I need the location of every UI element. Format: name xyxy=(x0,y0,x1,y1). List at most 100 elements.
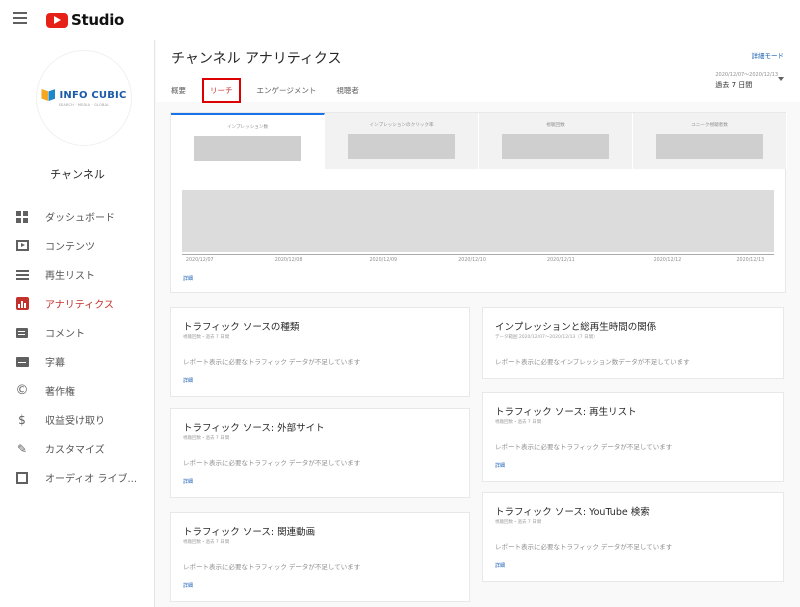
sidebar-item-label: 字幕 xyxy=(45,358,65,369)
x-tick-label: 2020/12/12 xyxy=(653,258,682,263)
tab-overview[interactable]: 概要 xyxy=(171,85,186,96)
chart-plot-redacted xyxy=(182,190,774,252)
metric-ctr[interactable]: インプレッションのクリック率 xyxy=(325,113,479,169)
card-subtitle: 視聴回数・過去 7 日間 xyxy=(183,540,230,545)
hamburger-menu-icon[interactable] xyxy=(13,12,27,24)
x-tick-label: 2020/12/11 xyxy=(547,258,575,263)
analytics-header: チャンネル アナリティクス 詳細モード 概要 リーチ エンゲージメント 視聴者 … xyxy=(156,40,800,103)
tab-audience[interactable]: 視聴者 xyxy=(336,85,359,96)
monetization-icon: $ xyxy=(18,412,26,427)
metric-value-redacted xyxy=(194,136,301,161)
metric-unique-viewers[interactable]: ユニーク視聴者数 xyxy=(633,113,787,169)
card-subtitle: 視聴回数・過去 7 日間 xyxy=(183,436,230,441)
card-title: トラフィック ソース: 外部サイト xyxy=(183,423,325,434)
chart-details-link[interactable]: 詳細 xyxy=(183,275,193,282)
chart-x-labels: 2020/12/07 2020/12/08 2020/12/09 2020/12… xyxy=(182,258,774,268)
logo-text: Studio xyxy=(71,11,125,29)
card-title: インプレッションと総再生時間の関係 xyxy=(495,322,657,333)
analytics-icon xyxy=(15,297,29,311)
sidebar-item-audio-library[interactable]: オーディオ ライブ... xyxy=(0,463,155,492)
card-youtube-search: トラフィック ソース: YouTube 検索 視聴回数・過去 7 日間 レポート… xyxy=(482,492,784,582)
x-tick-label: 2020/12/07 xyxy=(185,258,214,263)
card-details-link[interactable]: 詳細 xyxy=(183,377,193,384)
card-subtitle: 視聴回数・過去 7 日間 xyxy=(495,420,542,425)
sidebar-item-content[interactable]: コンテンツ xyxy=(0,231,155,260)
tab-reach[interactable]: リーチ xyxy=(202,78,241,103)
card-message: レポート表示に必要なインプレッション数データが不足しています xyxy=(495,358,690,366)
sidebar-item-label: 収益受け取り xyxy=(45,416,105,427)
sidebar-nav: ダッシュボード コンテンツ 再生リスト アナリティクス コメント 字幕 © 著作… xyxy=(0,202,155,492)
analytics-tabs: 概要 リーチ エンゲージメント 視聴者 xyxy=(171,78,379,103)
sidebar-item-label: カスタマイズ xyxy=(45,445,105,456)
subtitles-icon xyxy=(15,355,29,369)
sidebar-item-comments[interactable]: コメント xyxy=(0,318,155,347)
date-range-label: 過去 7 日間 xyxy=(715,81,753,89)
sidebar-item-subtitles[interactable]: 字幕 xyxy=(0,347,155,376)
brand-tagline: SEARCH · MEDIA · GLOBAL xyxy=(58,103,110,107)
sidebar-item-label: ダッシュボード xyxy=(45,213,115,224)
metric-label: 視聴回数 xyxy=(546,123,565,128)
sidebar-item-label: 著作権 xyxy=(45,387,75,398)
metric-value-redacted xyxy=(656,134,763,159)
card-title: トラフィック ソース: 再生リスト xyxy=(495,407,637,418)
card-impressions-watchtime: インプレッションと総再生時間の関係 データ範囲 2020/12/07～2020/… xyxy=(482,307,784,379)
card-title: トラフィック ソース: 関連動画 xyxy=(183,527,316,538)
sidebar-item-label: コメント xyxy=(45,329,85,340)
detail-mode-link[interactable]: 詳細モード xyxy=(752,50,785,60)
sidebar-item-monetization[interactable]: $ 収益受け取り xyxy=(0,405,155,434)
channel-avatar[interactable]: INFO CUBIC SEARCH · MEDIA · GLOBAL xyxy=(36,50,132,146)
customize-icon: ✎ xyxy=(16,441,28,456)
card-traffic-types: トラフィック ソースの種類 視聴回数・過去 7 日間 レポート表示に必要なトラフ… xyxy=(170,307,470,397)
reach-chart-card: インプレッション数 インプレッションのクリック率 視聴回数 ユニーク視聴者数 2… xyxy=(170,112,787,293)
x-tick-label: 2020/12/08 xyxy=(274,258,303,263)
x-tick-label: 2020/12/13 xyxy=(736,258,765,263)
playlist-icon xyxy=(15,268,29,282)
sidebar-item-customize[interactable]: ✎ カスタマイズ xyxy=(0,434,155,463)
audio-library-icon xyxy=(15,471,29,485)
card-external-sites: トラフィック ソース: 外部サイト 視聴回数・過去 7 日間 レポート表示に必要… xyxy=(170,408,470,498)
sidebar-item-label: 再生リスト xyxy=(45,271,95,282)
card-related-videos: トラフィック ソース: 関連動画 視聴回数・過去 7 日間 レポート表示に必要な… xyxy=(170,512,470,602)
card-details-link[interactable]: 詳細 xyxy=(183,582,193,589)
sidebar-item-dashboard[interactable]: ダッシュボード xyxy=(0,202,155,231)
dropdown-arrow-icon[interactable] xyxy=(778,77,784,81)
card-subtitle: データ範囲 2020/12/07～2020/12/13（7 日間） xyxy=(495,335,598,340)
card-message: レポート表示に必要なトラフィック データが不足しています xyxy=(183,358,361,366)
main-content: チャンネル アナリティクス 詳細モード 概要 リーチ エンゲージメント 視聴者 … xyxy=(156,40,800,607)
sidebar-item-label: コンテンツ xyxy=(45,242,95,253)
x-tick-label: 2020/12/10 xyxy=(458,258,486,263)
channel-name: チャンネル xyxy=(50,168,105,181)
metric-value-redacted xyxy=(502,134,609,159)
sidebar: INFO CUBIC SEARCH · MEDIA · GLOBAL チャンネル… xyxy=(0,40,155,607)
card-playlist-source: トラフィック ソース: 再生リスト 視聴回数・過去 7 日間 レポート表示に必要… xyxy=(482,392,784,482)
metric-impressions[interactable]: インプレッション数 xyxy=(171,113,325,169)
card-details-link[interactable]: 詳細 xyxy=(183,478,193,485)
tab-engagement[interactable]: エンゲージメント xyxy=(257,85,317,96)
card-message: レポート表示に必要なトラフィック データが不足しています xyxy=(495,543,673,551)
metric-views[interactable]: 視聴回数 xyxy=(479,113,633,169)
sidebar-item-copyright[interactable]: © 著作権 xyxy=(0,376,155,405)
comment-icon xyxy=(15,326,29,340)
metric-label: インプレッションのクリック率 xyxy=(369,123,434,128)
card-message: レポート表示に必要なトラフィック データが不足しています xyxy=(495,443,673,451)
metric-tabs: インプレッション数 インプレッションのクリック率 視聴回数 ユニーク視聴者数 xyxy=(171,113,787,169)
page-title: チャンネル アナリティクス xyxy=(171,51,342,67)
card-subtitle: 視聴回数・過去 7 日間 xyxy=(495,520,542,525)
card-title: トラフィック ソース: YouTube 検索 xyxy=(495,507,650,518)
sidebar-item-analytics[interactable]: アナリティクス xyxy=(0,289,155,318)
card-details-link[interactable]: 詳細 xyxy=(495,562,505,569)
top-bar: Studio xyxy=(0,0,800,40)
dashboard-icon xyxy=(15,210,29,224)
card-details-link[interactable]: 詳細 xyxy=(495,462,505,469)
date-range-picker[interactable]: 2020/12/07～2020/12/13 過去 7 日間 xyxy=(715,71,778,90)
studio-logo[interactable]: Studio xyxy=(46,11,124,29)
sidebar-item-playlists[interactable]: 再生リスト xyxy=(0,260,155,289)
copyright-icon: © xyxy=(15,383,29,398)
card-message: レポート表示に必要なトラフィック データが不足しています xyxy=(183,459,361,467)
metric-label: ユニーク視聴者数 xyxy=(691,123,728,128)
card-subtitle: 視聴回数・過去 7 日間 xyxy=(183,335,230,340)
chart-x-axis xyxy=(182,254,774,255)
content-icon xyxy=(15,239,29,253)
date-range-text: 2020/12/07～2020/12/13 xyxy=(715,72,778,78)
sidebar-item-label: アナリティクス xyxy=(45,300,114,311)
